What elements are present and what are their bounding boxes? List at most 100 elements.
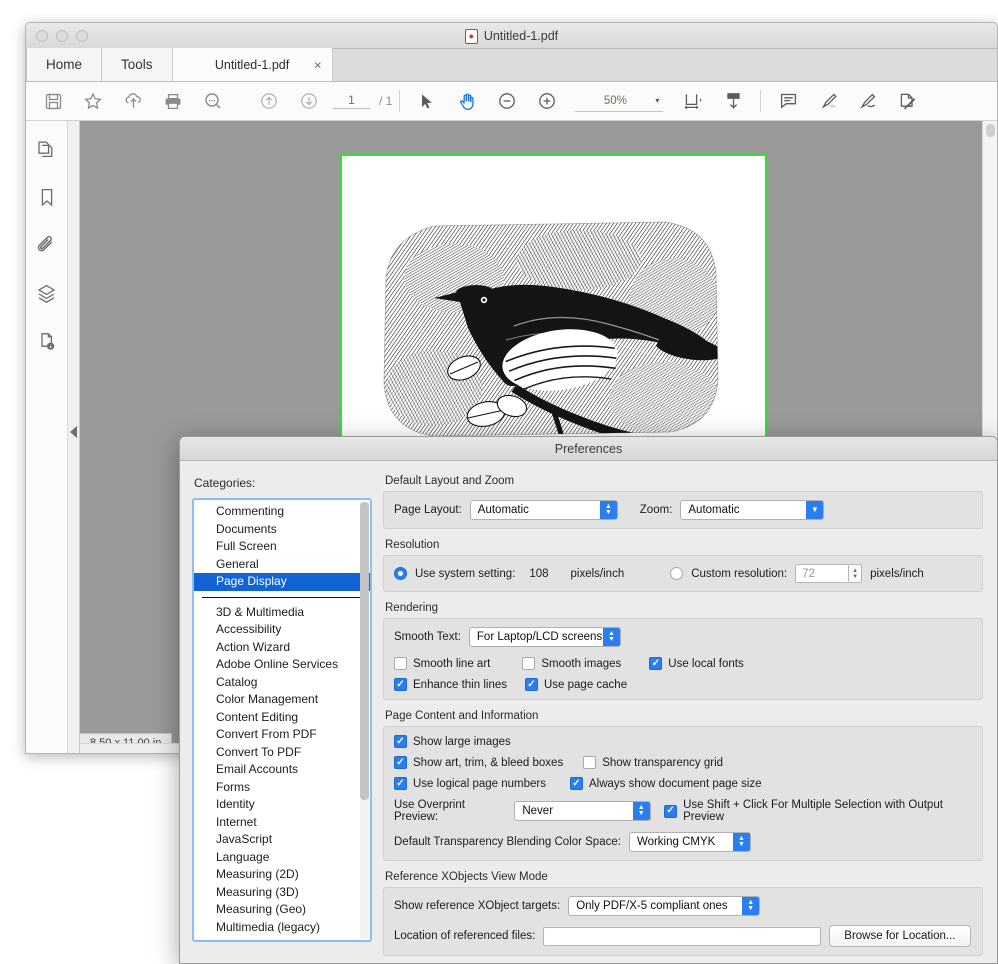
categories-list[interactable]: Commenting Documents Full Screen General… [192, 498, 372, 942]
checkbox-use-page-cache[interactable]: Use page cache [524, 678, 627, 691]
category-adobe-online-services[interactable]: Adobe Online Services [194, 656, 370, 674]
sidebar-item-bookmarks[interactable] [34, 187, 60, 213]
category-action-wizard[interactable]: Action Wizard [194, 639, 370, 657]
category-full-screen[interactable]: Full Screen [194, 538, 370, 556]
collapse-sidebar-icon[interactable] [70, 426, 77, 438]
category-convert-to-pdf[interactable]: Convert To PDF [194, 744, 370, 762]
hand-tool-button[interactable] [447, 83, 487, 119]
checkbox-box[interactable] [394, 756, 407, 769]
category-convert-from-pdf[interactable]: Convert From PDF [194, 726, 370, 744]
category-color-management[interactable]: Color Management [194, 691, 370, 709]
tab-tools[interactable]: Tools [102, 48, 173, 81]
checkbox-use-local-fonts[interactable]: Use local fonts [649, 657, 744, 670]
checkbox-show-transparency-grid[interactable]: Show transparency grid [583, 756, 723, 769]
category-commenting[interactable]: Commenting [194, 503, 370, 521]
smooth-text-label: Smooth Text: [394, 631, 461, 643]
highlight-icon [819, 92, 838, 111]
zoom-dropdown[interactable]: Automatic ▼ [680, 500, 825, 520]
zoom-in-button[interactable] [527, 83, 567, 119]
search-button[interactable] [193, 83, 233, 119]
checkbox-box[interactable] [569, 777, 583, 790]
highlight-button[interactable] [808, 83, 848, 119]
checkbox-smooth-images[interactable]: Smooth images [522, 657, 621, 670]
close-tab-icon[interactable]: × [314, 57, 322, 72]
sidebar-item-attachments[interactable] [34, 235, 60, 261]
category-forms[interactable]: Forms [194, 779, 370, 797]
smooth-text-dropdown[interactable]: For Laptop/LCD screens ▲ ▼ [468, 627, 621, 647]
category-general[interactable]: General [194, 556, 370, 574]
zoom-level-dropdown[interactable]: 50% ▾ [575, 90, 664, 112]
custom-resolution-input[interactable]: 72 [795, 564, 850, 583]
custom-resolution-stepper[interactable]: ▲ ▼ [849, 564, 863, 583]
checkbox-use-logical-page-numbers[interactable]: Use logical page numbers [394, 777, 546, 790]
close-window-button[interactable] [36, 29, 48, 42]
categories-scrollbar-thumb[interactable] [360, 502, 369, 800]
blending-color-space-dropdown[interactable]: Working CMYK ▲ ▼ [628, 832, 751, 852]
category-email-accounts[interactable]: Email Accounts [194, 761, 370, 779]
stamp-button[interactable] [888, 83, 928, 119]
checkbox-box[interactable] [394, 678, 407, 691]
print-button[interactable] [153, 83, 193, 119]
checkbox-box[interactable] [394, 657, 407, 670]
checkbox-box[interactable] [664, 804, 678, 818]
category-javascript[interactable]: JavaScript [194, 831, 370, 849]
select-tool-button[interactable] [407, 83, 447, 119]
category-multimedia-legacy[interactable]: Multimedia (legacy) [194, 919, 370, 937]
checkbox-smooth-line-art[interactable]: Smooth line art [394, 657, 490, 670]
xobject-targets-dropdown[interactable]: Only PDF/X-5 compliant ones ▲ ▼ [568, 896, 761, 916]
checkbox-box[interactable] [522, 657, 536, 670]
zoom-out-button[interactable] [487, 83, 527, 119]
window-traffic-lights[interactable] [36, 29, 88, 42]
checkbox-box[interactable] [394, 735, 407, 748]
upload-to-cloud-button[interactable] [113, 83, 153, 119]
radio-custom-resolution[interactable] [670, 567, 684, 580]
save-button[interactable] [33, 83, 73, 119]
fit-page-button[interactable] [673, 83, 713, 119]
page-layout-dropdown[interactable]: Automatic ▲ ▼ [469, 500, 618, 520]
checkbox-enhance-thin-lines[interactable]: Enhance thin lines [394, 678, 507, 691]
page-scroll-thumb[interactable] [986, 124, 995, 137]
checkbox-box[interactable] [649, 657, 663, 670]
previous-page-button[interactable] [249, 83, 289, 119]
tab-document[interactable]: Untitled-1.pdf × [172, 48, 333, 81]
radio-use-system-setting[interactable] [394, 567, 407, 580]
checkbox-box[interactable] [524, 678, 538, 691]
page-number-input[interactable]: 1 [333, 93, 370, 109]
category-accessibility[interactable]: Accessibility [194, 621, 370, 639]
sidebar-item-document-info[interactable] [34, 331, 60, 357]
location-input[interactable] [543, 926, 822, 946]
category-catalog[interactable]: Catalog [194, 674, 370, 692]
category-measuring-2d[interactable]: Measuring (2D) [194, 866, 370, 884]
category-content-editing[interactable]: Content Editing [194, 709, 370, 727]
overprint-dropdown[interactable]: Never ▲ ▼ [514, 801, 651, 821]
browse-for-location-button[interactable]: Browse for Location... [829, 925, 971, 947]
chevron-updown-icon: ▲ ▼ [599, 501, 617, 519]
minimize-window-button[interactable] [56, 29, 68, 42]
sidebar-splitter[interactable] [68, 121, 80, 753]
sidebar-item-page-thumbnails[interactable] [34, 139, 60, 165]
checkbox-shift-click-multiple-selection[interactable]: Use Shift + Click For Multiple Selection… [664, 799, 972, 823]
scroll-mode-button[interactable] [713, 83, 753, 119]
add-to-favorites-button[interactable] [73, 83, 113, 119]
category-page-display[interactable]: Page Display [194, 573, 370, 591]
maximize-window-button[interactable] [76, 29, 88, 42]
category-internet[interactable]: Internet [194, 814, 370, 832]
comment-button[interactable] [768, 83, 808, 119]
category-identity[interactable]: Identity [194, 796, 370, 814]
category-measuring-geo[interactable]: Measuring (Geo) [194, 901, 370, 919]
category-language[interactable]: Language [194, 849, 370, 867]
category-3d-multimedia[interactable]: 3D & Multimedia [194, 604, 370, 622]
category-documents[interactable]: Documents [194, 521, 370, 539]
location-label: Location of referenced files: [394, 930, 536, 942]
checkbox-box[interactable] [583, 756, 597, 769]
category-measuring-3d[interactable]: Measuring (3D) [194, 884, 370, 902]
sidebar-item-layers[interactable] [34, 283, 60, 309]
checkbox-box[interactable] [394, 777, 407, 790]
tab-home[interactable]: Home [26, 48, 103, 81]
checkbox-show-large-images[interactable]: Show large images [394, 735, 511, 748]
main-toolbar: 1 / 1 50% ▾ [26, 82, 997, 121]
checkbox-show-art-trim-bleed[interactable]: Show art, trim, & bleed boxes [394, 756, 563, 769]
checkbox-always-show-page-size[interactable]: Always show document page size [569, 777, 762, 790]
next-page-button[interactable] [289, 83, 329, 119]
sign-button[interactable] [848, 83, 888, 119]
